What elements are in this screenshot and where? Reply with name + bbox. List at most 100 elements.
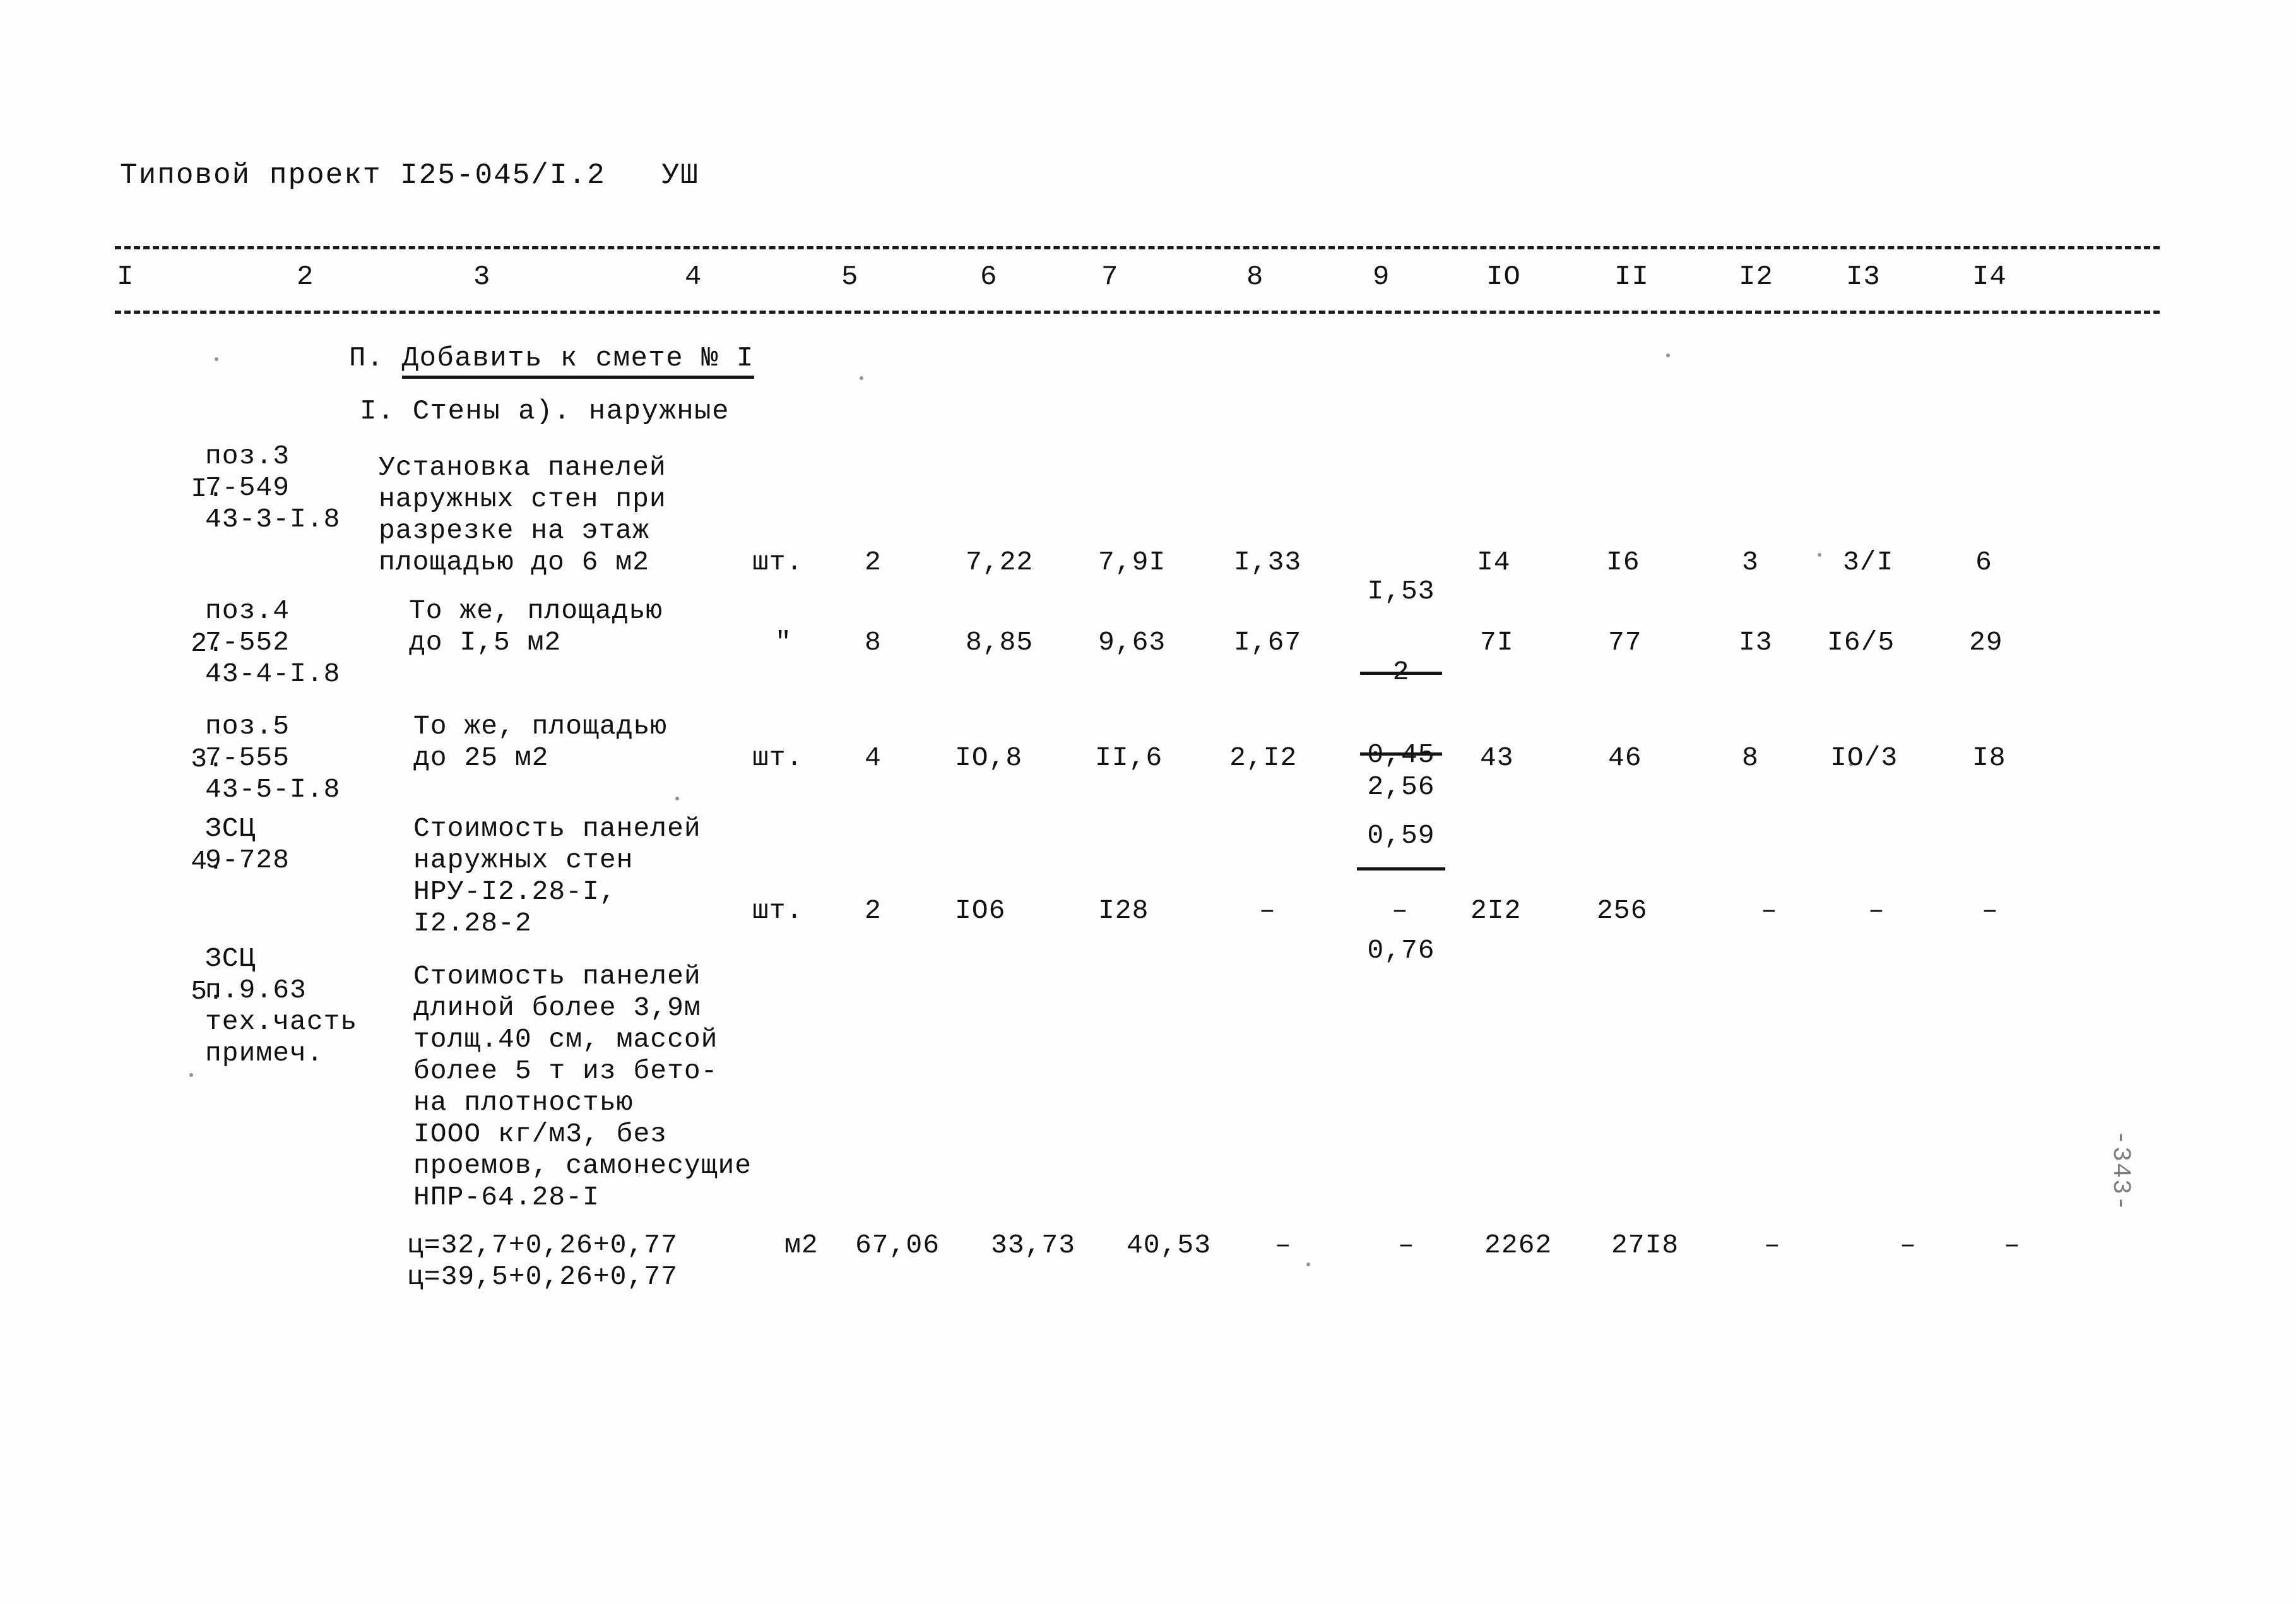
row-value-11: 46 <box>1608 742 1642 773</box>
scan-speckle <box>215 357 218 361</box>
row-description-line: до 25 м2 <box>413 742 549 773</box>
row-code-line: тех.часть <box>205 1006 358 1037</box>
row-value-5: 8 <box>865 627 882 658</box>
row-description-line: НПР-64.28-I <box>413 1182 600 1213</box>
row-description-line: на плотностью <box>413 1087 634 1118</box>
row-description-line: до I,5 м2 <box>409 627 562 658</box>
row-value-7: 40,53 <box>1127 1230 1212 1261</box>
scan-speckle <box>1666 353 1670 357</box>
column-number-row: I 2 3 4 5 6 7 8 9 IO II I2 I3 I4 <box>0 261 2296 299</box>
row-description-line: I2.28-2 <box>413 908 532 939</box>
column-number-12: I2 <box>1739 261 1773 293</box>
scan-speckle <box>1818 553 1821 557</box>
row-code-line: поз.4 <box>205 595 290 626</box>
row-description-line: проемов, самонесущие <box>413 1150 752 1181</box>
row-value-7: I28 <box>1098 895 1149 926</box>
row-value-13: – <box>1900 1230 1917 1261</box>
row-value-5: 4 <box>865 742 882 773</box>
row-code-line: ЗСЦ <box>205 943 256 974</box>
page-title: Типовой проект I25-045/I.2 УШ <box>120 159 699 192</box>
table-rule-top <box>115 246 2160 249</box>
row-unit: шт. <box>752 742 803 773</box>
row-code-line: 7-552 <box>205 627 290 658</box>
row-description-line: разрезке на этаж <box>379 515 649 546</box>
fraction-numerator: 2,56 <box>1367 771 1435 802</box>
section-heading-underlined: Добавить к смете № I <box>401 343 754 379</box>
column-number-7: 7 <box>1101 261 1119 293</box>
row-value-12: – <box>1764 1230 1781 1261</box>
row-value-6: IO6 <box>955 895 1006 926</box>
fraction-denominator: 0,76 <box>1367 935 1435 966</box>
page-number-mark: -343- <box>2106 1130 2134 1213</box>
row-value-14: 29 <box>1969 627 2003 658</box>
row-value-11: 77 <box>1608 627 1642 658</box>
row-value-8: – <box>1275 1230 1292 1261</box>
column-number-2: 2 <box>297 261 314 293</box>
row-value-8: I,67 <box>1234 627 1302 658</box>
scan-speckle <box>860 376 863 380</box>
row-unit: м2 <box>784 1230 819 1261</box>
row-value-8: I,33 <box>1234 547 1302 578</box>
row-formula-line: ц=39,5+0,26+0,77 <box>407 1261 678 1292</box>
row-value-6: IO,8 <box>955 742 1023 773</box>
row-description-line: наружных стен <box>413 845 634 876</box>
column-number-14: I4 <box>1972 261 2007 293</box>
row-description-line: Установка панелей <box>379 452 666 483</box>
row-value-14: 6 <box>1975 547 1992 578</box>
row-value-13: I6/5 <box>1827 627 1895 658</box>
row-value-8: 2,I2 <box>1229 742 1298 773</box>
row-value-6: 7,22 <box>966 547 1034 578</box>
row-value-11: 27I8 <box>1611 1230 1679 1261</box>
column-number-8: 8 <box>1246 261 1264 293</box>
row-description-line: наружных стен при <box>379 484 666 514</box>
row-value-10: 2262 <box>1484 1230 1553 1261</box>
column-number-6: 6 <box>980 261 998 293</box>
row-description-line: площадью до 6 м2 <box>379 547 649 578</box>
row-description-line: IOOO кг/м3, без <box>413 1119 668 1150</box>
row-value-9: – <box>1392 895 1409 926</box>
row-formula-line: ц=32,7+0,26+0,77 <box>407 1230 678 1261</box>
scan-speckle <box>675 797 679 800</box>
scan-speckle <box>189 1073 193 1077</box>
row-value-14: – <box>1982 895 1999 926</box>
row-value-12: 3 <box>1742 547 1759 578</box>
row-value-10: 2I2 <box>1471 895 1522 926</box>
row-value-10: 7I <box>1480 627 1514 658</box>
row-code-line: поз.5 <box>205 711 290 742</box>
row-value-12: 8 <box>1742 742 1759 773</box>
column-number-1: I <box>117 261 134 293</box>
row-code-line: п.9.63 <box>205 975 307 1006</box>
row-value-12: – <box>1761 895 1778 926</box>
row-value-8: – <box>1259 895 1276 926</box>
column-number-5: 5 <box>841 261 859 293</box>
row-value-6: 33,73 <box>991 1230 1076 1261</box>
row-value-11: 256 <box>1597 895 1648 926</box>
row-value-13: IO/3 <box>1830 742 1898 773</box>
column-number-9: 9 <box>1373 261 1390 293</box>
row-description-line: То же, площадью <box>413 711 668 742</box>
table-rule-bottom <box>115 311 2160 314</box>
column-number-3: 3 <box>473 261 491 293</box>
row-unit: шт. <box>752 547 803 578</box>
row-description-line: толщ.40 см, массой <box>413 1024 718 1055</box>
row-value-10: I4 <box>1477 547 1511 578</box>
row-unit: шт. <box>752 895 803 926</box>
row-value-7: II,6 <box>1095 742 1163 773</box>
row-code-line: 7-549 <box>205 472 290 503</box>
fraction-bar <box>1357 867 1445 870</box>
row-value-14: I8 <box>1972 742 2006 773</box>
row-code-line: 7-555 <box>205 742 290 773</box>
row-value-6: 8,85 <box>966 627 1034 658</box>
row-value-7: 9,63 <box>1098 627 1166 658</box>
row-code-line: 43-4-I.8 <box>205 658 341 689</box>
column-number-13: I3 <box>1846 261 1881 293</box>
row-value-5: 2 <box>865 895 882 926</box>
section-heading-sub: I. Стены а). наружные <box>360 396 730 427</box>
column-number-4: 4 <box>685 261 702 293</box>
row-value-9-fraction: 2,56 0,76 <box>1357 708 1445 1030</box>
row-value-5: 2 <box>865 547 882 578</box>
section-heading-main: П. Добавить к смете № I <box>349 343 754 379</box>
row-value-13: – <box>1868 895 1885 926</box>
row-description-line: длиной более 3,9м <box>413 992 701 1023</box>
section-heading-prefix: П. <box>349 343 402 374</box>
